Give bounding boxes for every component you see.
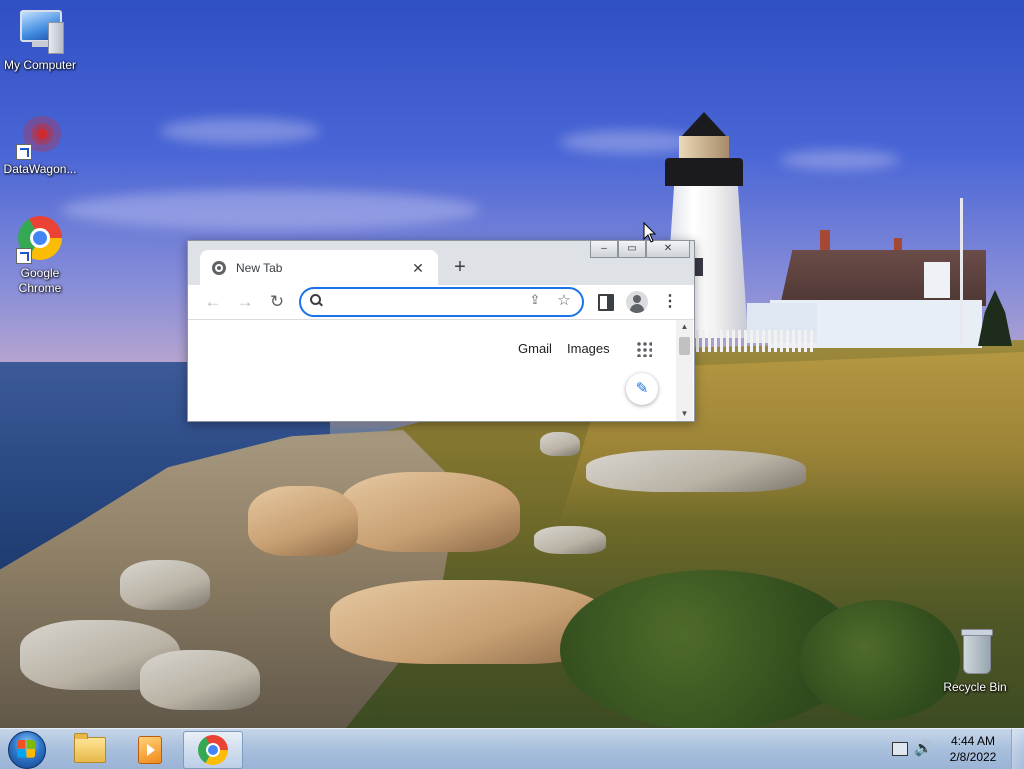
rock [340, 472, 520, 552]
vertical-scrollbar[interactable]: ▲ ▼ [676, 320, 693, 421]
desktop-icon-label: DataWagon... [3, 162, 77, 176]
rock [586, 450, 806, 492]
share-icon[interactable]: ⇪ [526, 292, 544, 308]
folder-icon [74, 733, 106, 763]
lighthouse-window [694, 258, 703, 276]
system-clock[interactable]: 4:44 AM 2/8/2022 [936, 733, 1010, 765]
desktop-icon-recycle-bin[interactable]: Recycle Bin [935, 629, 1015, 695]
desktop-icon-google-chrome[interactable]: Google Chrome [0, 216, 80, 296]
flag-pole [960, 198, 963, 344]
my-computer-icon [16, 8, 64, 56]
chrome-icon [198, 735, 228, 765]
reload-button[interactable]: ↻ [265, 290, 289, 314]
gmail-link[interactable]: Gmail [518, 341, 552, 356]
fence [696, 330, 816, 352]
volume-icon[interactable]: 🔊 [914, 739, 933, 757]
clock-time: 4:44 AM [950, 734, 996, 748]
taskbar-windows-media-player[interactable] [120, 731, 178, 767]
tab-new-tab[interactable]: New Tab ✕ [200, 250, 438, 285]
profile-avatar-icon[interactable] [626, 291, 648, 313]
rock [534, 526, 606, 554]
lighthouse-gallery [665, 158, 743, 186]
rock [120, 560, 210, 610]
start-button[interactable] [4, 730, 48, 769]
maximize-button[interactable]: ▭ [618, 241, 646, 258]
mouse-cursor-icon [643, 221, 657, 249]
cloud [160, 118, 320, 144]
forward-button[interactable]: → [233, 290, 257, 314]
lighthouse-cap [680, 112, 728, 138]
house-dormer [924, 262, 950, 298]
taskbar-google-chrome[interactable] [183, 731, 243, 769]
window-controls: – ▭ ✕ [590, 241, 690, 258]
browser-toolbar: ← → ↻ ⇪ ☆ ⋮ [188, 285, 694, 320]
chrome-icon [16, 216, 64, 264]
recycle-bin-icon [951, 629, 999, 678]
google-apps-icon[interactable] [636, 341, 652, 357]
scroll-down-icon[interactable]: ▼ [676, 407, 693, 421]
media-player-icon [138, 736, 162, 764]
scrollbar-thumb[interactable] [679, 337, 690, 355]
clock-date: 2/8/2022 [949, 750, 997, 764]
tab-close-icon[interactable]: ✕ [410, 260, 426, 276]
back-button[interactable]: ← [201, 290, 225, 314]
chrome-menu-icon[interactable]: ⋮ [662, 293, 678, 311]
chrome-favicon-icon [212, 260, 226, 275]
desktop-icon-label: Google Chrome [18, 266, 62, 295]
new-tab-page: Gmail Images ✎ ▲ ▼ [188, 320, 694, 421]
cloud [60, 190, 480, 230]
windows-logo-icon [17, 740, 35, 758]
rock [140, 650, 260, 710]
taskbar-windows-explorer[interactable] [60, 731, 118, 767]
search-icon [310, 294, 321, 305]
desktop-icon-datawagon[interactable]: DataWagon... [0, 112, 80, 177]
shortcut-arrow-icon [16, 248, 32, 264]
desktop-icon-my-computer[interactable]: My Computer [0, 8, 80, 73]
rock [248, 486, 358, 556]
shortcut-arrow-icon [16, 144, 32, 160]
rock [540, 432, 580, 456]
side-panel-icon[interactable] [598, 294, 614, 311]
scroll-up-icon[interactable]: ▲ [676, 320, 693, 334]
address-bar-input[interactable] [331, 292, 515, 314]
datawagon-icon [16, 112, 64, 160]
cloud [780, 150, 900, 170]
lighthouse-lamp [679, 136, 729, 160]
house-roof [780, 250, 986, 306]
desktop-icon-label: Recycle Bin [943, 680, 1007, 694]
tab-strip: New Tab ✕ + – ▭ ✕ [188, 241, 694, 285]
taskbar: 🔊 4:44 AM 2/8/2022 [0, 728, 1024, 769]
network-icon[interactable] [892, 742, 908, 756]
omnibox[interactable]: ⇪ ☆ [299, 287, 584, 317]
show-desktop-button[interactable] [1011, 729, 1024, 769]
new-tab-button[interactable]: + [448, 256, 472, 280]
minimize-button[interactable]: – [590, 241, 618, 258]
chrome-window[interactable]: New Tab ✕ + – ▭ ✕ ← → ↻ ⇪ ☆ ⋮ Gmail Imag… [187, 240, 695, 422]
images-link[interactable]: Images [567, 341, 610, 356]
tab-title: New Tab [236, 260, 283, 275]
bookmark-star-icon[interactable]: ☆ [555, 291, 573, 309]
desktop-icon-label: My Computer [3, 58, 77, 72]
customize-chrome-button[interactable]: ✎ [626, 373, 658, 405]
